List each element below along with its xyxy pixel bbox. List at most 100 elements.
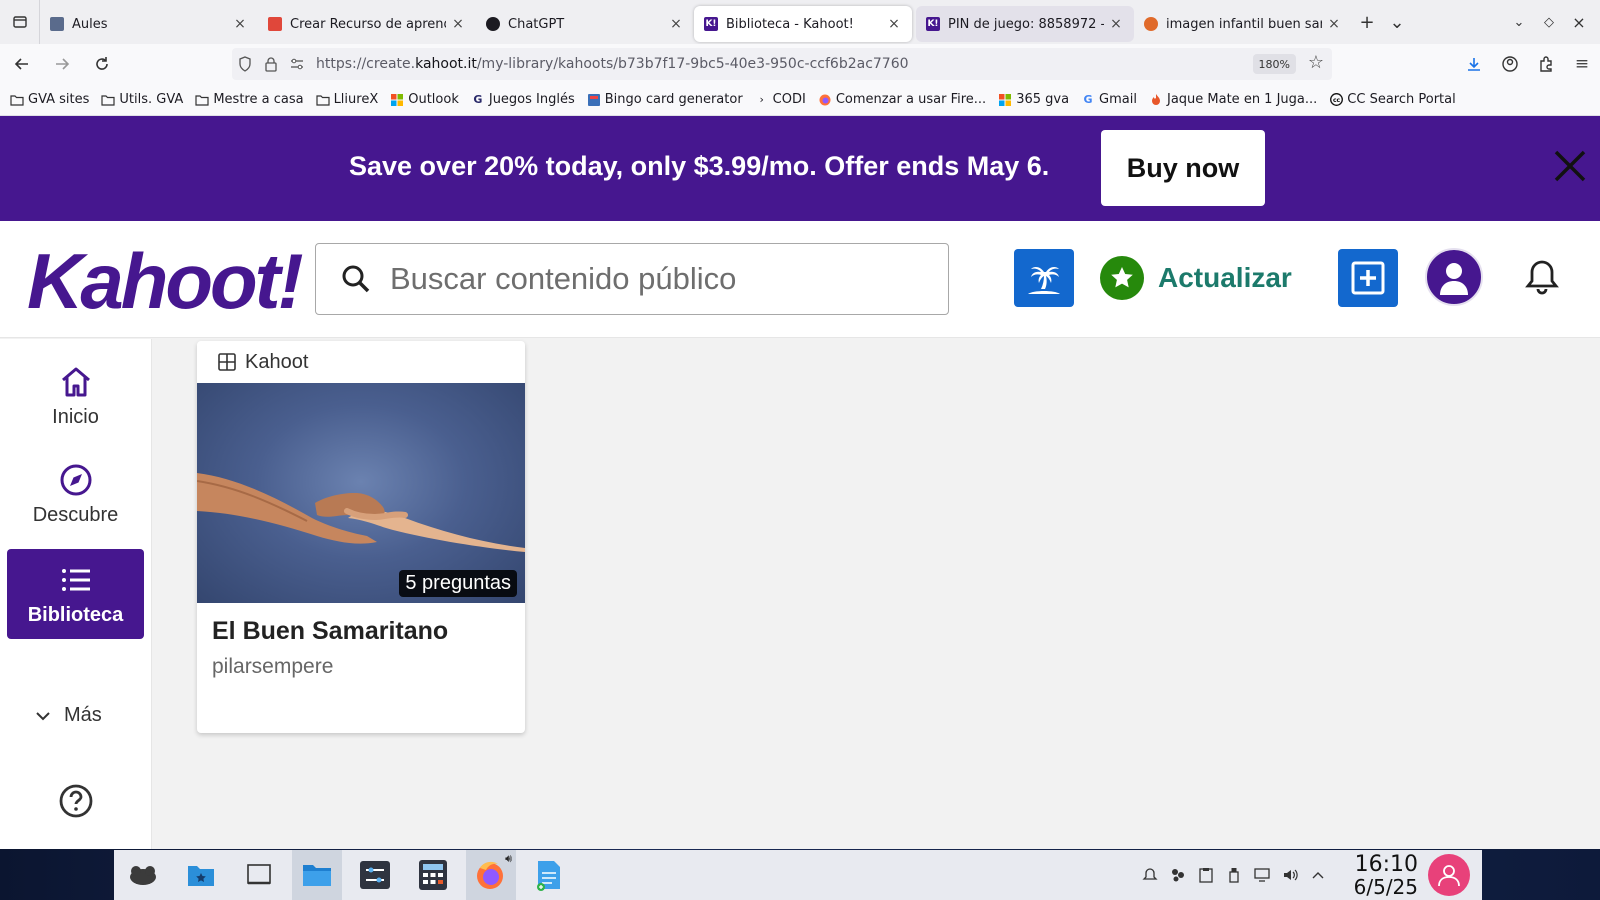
island-button[interactable]: [1014, 249, 1074, 307]
user-session-button[interactable]: [1428, 854, 1470, 896]
notifications-button[interactable]: [1522, 255, 1562, 299]
bookmark-cc-search[interactable]: cc CC Search Portal: [1329, 92, 1456, 107]
cc-icon: cc: [1329, 93, 1343, 107]
card-title[interactable]: El Buen Samaritano: [197, 603, 525, 649]
forward-button[interactable]: [44, 48, 80, 80]
tab-overview-button[interactable]: [0, 0, 40, 44]
close-icon[interactable]: ×: [1326, 16, 1342, 32]
bookmark-bingo-card-generator[interactable]: Bingo card generator: [587, 92, 743, 107]
taskbar-files-button[interactable]: [176, 850, 226, 900]
buy-now-button[interactable]: Buy now: [1101, 130, 1265, 206]
promo-text: Save over 20% today, only $3.99/mo. Offe…: [349, 151, 1050, 181]
help-icon[interactable]: [58, 783, 94, 819]
search-bar[interactable]: [315, 243, 949, 315]
search-icon: [336, 259, 376, 299]
g-icon: G: [473, 93, 483, 106]
sidebar-item-descubre[interactable]: Descubre: [7, 449, 144, 539]
clock-date: 6/5/25: [1353, 875, 1418, 899]
bookmark-jaque-mate[interactable]: Jaque Mate en 1 Juga...: [1149, 92, 1317, 107]
taskbar-settings-button[interactable]: [350, 850, 400, 900]
tab-pin-de-juego[interactable]: K! PIN de juego: 8858972 - E ×: [916, 6, 1134, 42]
taskbar-file-manager-button[interactable]: [292, 850, 342, 900]
chevron-up-icon[interactable]: [1304, 850, 1332, 900]
menu-icon[interactable]: ≡: [1564, 48, 1600, 80]
tab-biblioteca-kahoot[interactable]: K! Biblioteca - Kahoot! ×: [694, 6, 912, 42]
close-icon[interactable]: ×: [886, 16, 902, 32]
extensions-icon[interactable]: [1528, 48, 1564, 80]
more-button[interactable]: Más: [34, 704, 102, 727]
close-icon[interactable]: ×: [1108, 16, 1124, 32]
folder-star-icon: [188, 866, 214, 886]
create-button[interactable]: [1338, 249, 1398, 307]
close-icon[interactable]: ×: [668, 16, 684, 32]
bookmark-utils-gva[interactable]: Utils. GVA: [101, 92, 183, 107]
sidebar: Inicio Descubre Biblioteca Más: [0, 339, 152, 849]
volume-tray-icon[interactable]: [1276, 850, 1304, 900]
reload-button[interactable]: [84, 48, 120, 80]
bookmark-gmail[interactable]: G Gmail: [1081, 92, 1137, 107]
bookmark-outlook[interactable]: Outlook: [390, 92, 459, 107]
clipboard-tray-icon[interactable]: [1192, 850, 1220, 900]
kahoot-favicon-icon: K!: [704, 17, 718, 31]
grid-icon: [218, 353, 236, 371]
close-window-button[interactable]: ×: [1564, 4, 1594, 40]
app-launcher-button[interactable]: [118, 850, 168, 900]
palm-island-icon: [1028, 267, 1060, 294]
avatar[interactable]: [1425, 248, 1483, 306]
account-icon[interactable]: [1492, 48, 1528, 80]
window-list-icon: [12, 16, 27, 28]
taskbar-firefox-button[interactable]: 🔊︎: [466, 850, 516, 900]
bookmark-gva-sites[interactable]: GVA sites: [10, 92, 89, 107]
bookmark-mestre-a-casa[interactable]: Mestre a casa: [195, 92, 304, 107]
bookmark-365-gva[interactable]: 365 gva: [998, 92, 1069, 107]
tab-list-dropdown[interactable]: ⌄: [1382, 4, 1412, 40]
tab-imagen-infantil[interactable]: imagen infantil buen sama ×: [1134, 6, 1352, 42]
network-tray-icon[interactable]: [1164, 850, 1192, 900]
user-icon: [1438, 865, 1460, 887]
url-bar[interactable]: https://create.kahoot.it/my-library/kaho…: [232, 48, 1332, 80]
upgrade-button[interactable]: Actualizar: [1100, 249, 1292, 307]
bookmark-star-icon[interactable]: ☆: [1308, 52, 1324, 73]
bell-icon: [1525, 260, 1559, 295]
new-tab-button[interactable]: +: [1352, 4, 1382, 40]
tab-aules[interactable]: Aules ×: [40, 6, 258, 42]
minimize-button[interactable]: ⌄: [1504, 4, 1534, 40]
display-tray-icon[interactable]: [1248, 850, 1276, 900]
close-icon[interactable]: ×: [450, 16, 466, 32]
clock[interactable]: 16:10 6/5/25: [1353, 854, 1418, 899]
bookmark-codi[interactable]: › CODI: [755, 92, 805, 107]
bookmark-lliurex[interactable]: LliureX: [315, 92, 378, 107]
tab-crear-recurso[interactable]: Crear Recurso de aprendiz ×: [258, 6, 476, 42]
zoom-level-badge[interactable]: 180%: [1252, 54, 1296, 74]
bingo-icon: [587, 93, 601, 107]
sidebar-item-biblioteca[interactable]: Biblioteca: [7, 549, 144, 639]
reload-icon: [96, 57, 108, 70]
close-icon[interactable]: ×: [232, 16, 248, 32]
card-type-label: Kahoot: [197, 341, 525, 383]
back-button[interactable]: [4, 48, 40, 80]
close-icon[interactable]: [1550, 146, 1590, 186]
document-icon: [537, 861, 560, 891]
tab-chatgpt[interactable]: ChatGPT ×: [476, 6, 694, 42]
calculator-icon: [419, 860, 447, 890]
shield-icon[interactable]: [232, 56, 258, 72]
lock-icon[interactable]: [258, 56, 284, 72]
card-author[interactable]: pilarsempere: [197, 649, 525, 679]
bookmark-comenzar-firefox[interactable]: Comenzar a usar Fire...: [818, 92, 986, 107]
search-input[interactable]: [390, 261, 930, 297]
kahoot-logo[interactable]: Kahoot!: [27, 236, 304, 327]
sidebar-item-inicio[interactable]: Inicio: [7, 351, 144, 441]
url-text: https://create.kahoot.it/my-library/kaho…: [316, 56, 909, 72]
taskbar-document-button[interactable]: [524, 850, 574, 900]
permissions-icon[interactable]: [284, 57, 310, 71]
card-cover-image[interactable]: 5 preguntas: [197, 383, 525, 603]
usb-tray-icon[interactable]: [1220, 850, 1248, 900]
kahoot-card[interactable]: Kahoot 5 preguntas El Buen Samaritano pi…: [197, 341, 525, 733]
taskbar-calculator-button[interactable]: [408, 850, 458, 900]
taskbar-desktop-button[interactable]: [234, 850, 284, 900]
bookmark-juegos-ingles[interactable]: G Juegos Inglés: [471, 92, 574, 107]
downloads-icon[interactable]: [1456, 48, 1492, 80]
maximize-button[interactable]: ◇: [1534, 4, 1564, 40]
folder-icon: [315, 93, 330, 107]
notifications-tray-icon[interactable]: [1136, 850, 1164, 900]
